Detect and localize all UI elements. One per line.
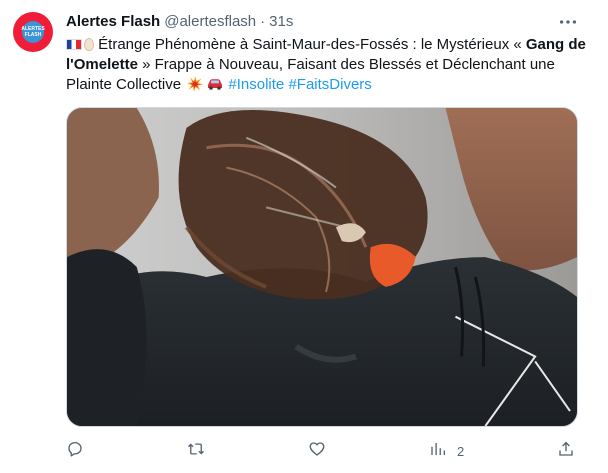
collision-icon <box>187 76 204 92</box>
handle[interactable]: @alertesflash <box>164 13 256 30</box>
car-icon <box>206 76 224 90</box>
timestamp[interactable]: 31s <box>269 13 293 30</box>
tweet-header: Alertes Flash @alertesflash · 31s <box>66 13 293 33</box>
tweet-text-part1: Étrange Phénomène à Saint-Maur-des-Fossé… <box>94 36 526 53</box>
avatar-logo: ALERTES FLASH <box>21 21 45 43</box>
like-icon <box>308 440 326 463</box>
egg-icon <box>84 38 94 51</box>
hashtag-faitsdivers[interactable]: #FaitsDivers <box>288 76 371 93</box>
tweet-text: Étrange Phénomène à Saint-Maur-des-Fossé… <box>66 35 586 95</box>
share-button[interactable] <box>557 438 575 464</box>
display-name[interactable]: Alertes Flash <box>66 13 160 30</box>
flag-france-icon <box>66 39 82 50</box>
tweet-card[interactable]: ALERTES FLASH Alertes Flash @alertesflas… <box>0 0 608 473</box>
reply-button[interactable] <box>66 438 84 464</box>
tweet-photo[interactable] <box>66 107 578 427</box>
reply-icon <box>66 440 84 463</box>
views-button[interactable]: 2 <box>429 438 464 464</box>
avatar-text-line2: FLASH <box>24 32 42 38</box>
views-count: 2 <box>457 443 465 459</box>
retweet-button[interactable] <box>187 438 205 464</box>
action-bar: 2 <box>0 438 608 464</box>
more-options-icon[interactable] <box>557 12 581 32</box>
avatar[interactable]: ALERTES FLASH <box>13 12 53 52</box>
separator-dot: · <box>260 13 266 30</box>
hashtag-insolite[interactable]: #Insolite <box>228 76 284 93</box>
retweet-icon <box>187 440 205 463</box>
share-icon <box>557 440 575 463</box>
analytics-icon <box>429 440 447 463</box>
like-button[interactable] <box>308 438 326 464</box>
